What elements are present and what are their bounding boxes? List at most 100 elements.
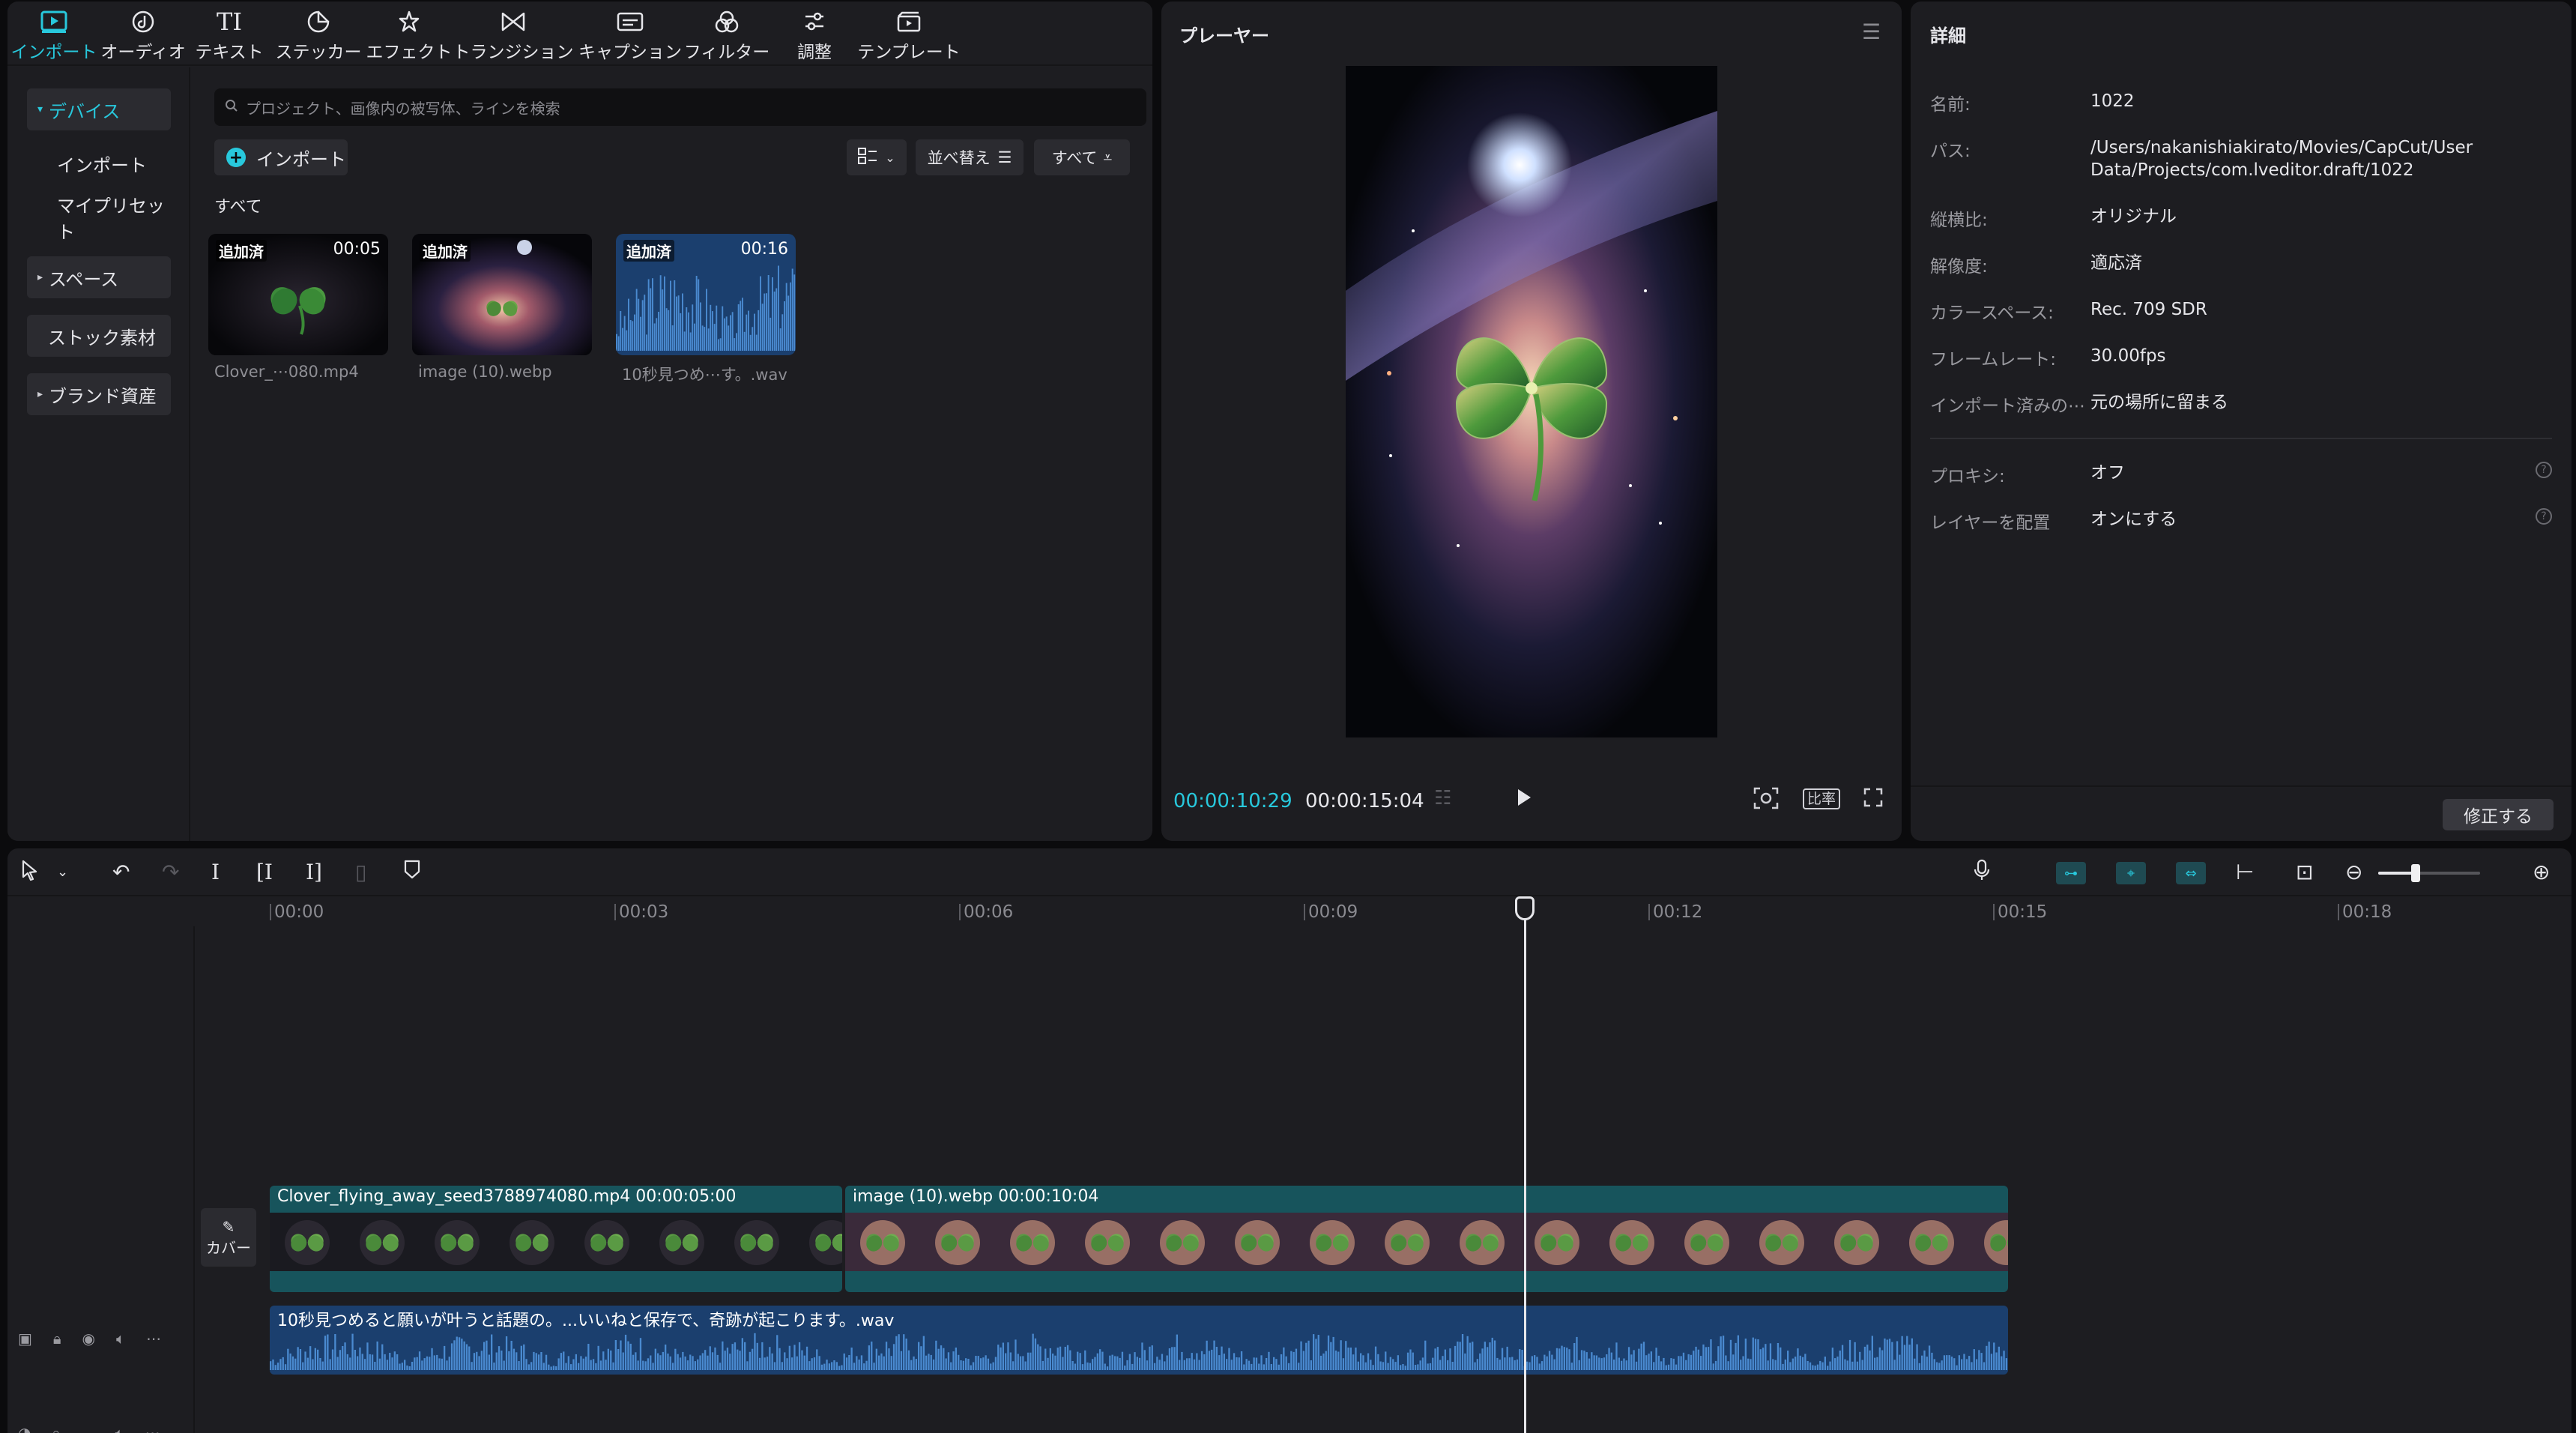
audio-icon: [131, 7, 155, 36]
fullscreen-button[interactable]: [1863, 787, 1884, 813]
timeline-ruler[interactable]: 00:00 00:03 00:06 00:09 00:12 00:15 00:1…: [268, 898, 2561, 925]
waveform-toggle-icon[interactable]: ☷: [1434, 787, 1451, 809]
detail-value[interactable]: オフ: [2090, 462, 2540, 484]
main-track-magnet-icon[interactable]: ⊶: [2056, 862, 2086, 884]
zoom-out-icon[interactable]: ⊖: [2345, 859, 2362, 886]
sort-button[interactable]: 並べ替え ☰: [916, 139, 1024, 175]
tool-adjust[interactable]: 調整: [779, 7, 850, 63]
plus-icon: +: [226, 148, 246, 167]
playhead-line[interactable]: [1524, 896, 1526, 1433]
clip-frame-thumbnail: [1520, 1213, 1594, 1271]
more-icon[interactable]: ⋯: [146, 1330, 161, 1348]
grid-view-icon: [858, 147, 877, 168]
lock-icon[interactable]: 🔒︎: [52, 1424, 60, 1433]
ruler-tick: 00:00: [269, 902, 324, 922]
tool-sticker[interactable]: ステッカー: [275, 7, 362, 63]
audio-track-controls: ◔ 🔒︎ ◉ 🔈︎ ⋯: [18, 1424, 160, 1433]
tool-filter[interactable]: フィルター: [684, 7, 770, 63]
filter-icon: [714, 7, 740, 36]
trim-right-icon[interactable]: I]: [306, 859, 322, 886]
import-button-label: インポート: [256, 148, 346, 170]
fullscreen-icon: [1863, 788, 1883, 807]
play-button[interactable]: [1515, 787, 1533, 813]
added-badge: 追加済: [623, 240, 674, 262]
import-button[interactable]: + インポート: [214, 139, 348, 175]
marker-icon[interactable]: [403, 859, 421, 887]
zoom-slider-fill: [2378, 872, 2416, 875]
audio-track-icon: ◔: [18, 1424, 31, 1433]
auto-snap-icon[interactable]: ⌖: [2116, 862, 2146, 884]
tool-import[interactable]: インポート: [11, 7, 97, 63]
undo-icon[interactable]: ↶: [112, 859, 130, 886]
clip-frame-thumbnail: [995, 1213, 1070, 1271]
zoom-in-icon[interactable]: ⊕: [2533, 859, 2550, 886]
detail-value[interactable]: オンにする: [2090, 508, 2540, 531]
audio-clip[interactable]: 10秒見つめると願いが叶うと話題の。...いいねと保存で、奇跡が起こります。.w…: [270, 1306, 2008, 1375]
help-icon[interactable]: ?: [2536, 508, 2552, 525]
ratio-button[interactable]: 比率: [1803, 788, 1841, 809]
media-item-audio[interactable]: 追加済 00:16: [616, 234, 796, 355]
chevron-down-icon[interactable]: ⌄: [57, 859, 68, 886]
sidebar-item-label: ブランド資産: [49, 385, 157, 407]
transition-icon: [501, 7, 526, 36]
view-mode-button[interactable]: ⌄: [847, 139, 907, 175]
tool-audio-label: オーディオ: [100, 43, 186, 62]
tool-text-label: テキスト: [195, 43, 264, 62]
media-item-video[interactable]: 追加済 00:05: [208, 234, 388, 355]
preview-axis-icon[interactable]: ⊢: [2236, 859, 2254, 886]
sidebar-item-space[interactable]: ▸ スペース: [27, 256, 171, 298]
clip-frames: [845, 1213, 2008, 1271]
search-icon: [225, 98, 238, 116]
current-time: 00:00:10:29: [1173, 790, 1292, 812]
media-content: プロジェクト、画像内の被写体、ラインを検索 + インポート ⌄ 並べ替え ☰ す…: [192, 67, 1152, 841]
help-icon[interactable]: ?: [2536, 462, 2552, 478]
eye-icon[interactable]: ◉: [82, 1330, 95, 1348]
tool-template[interactable]: テンプレート: [853, 7, 965, 63]
microphone-icon[interactable]: [1974, 859, 1990, 888]
video-preview[interactable]: [1346, 66, 1717, 737]
tool-sticker-label: ステッカー: [275, 43, 362, 62]
modify-button[interactable]: 修正する: [2443, 799, 2554, 830]
zoom-slider[interactable]: [2378, 864, 2480, 882]
menu-icon[interactable]: ☰: [1862, 19, 1881, 44]
media-item-image[interactable]: 追加済: [412, 234, 592, 355]
sidebar-item-brand-assets[interactable]: ▸ ブランド資産: [27, 373, 171, 415]
video-clip-clover[interactable]: Clover_flying_away_seed3788974080.mp4 00…: [270, 1186, 842, 1292]
snapshot-button[interactable]: [1753, 787, 1779, 815]
delete-icon: ▯: [355, 860, 367, 884]
clip-frames: [270, 1213, 842, 1271]
speaker-icon[interactable]: 🔈︎: [116, 1330, 125, 1348]
speaker-icon[interactable]: 🔈︎: [115, 1424, 124, 1433]
tool-effect[interactable]: エフェクト: [366, 7, 453, 63]
sidebar-item-my-presets[interactable]: マイプリセット: [27, 196, 171, 243]
ruler-tick: 00:15: [1992, 902, 2048, 922]
details-footer: 修正する: [1911, 785, 2572, 841]
fit-timeline-icon[interactable]: ⊡: [2296, 859, 2313, 886]
clip-frame-thumbnail: [719, 1213, 794, 1271]
timeline-toolbar: ⌄ ↶ ↷ I [I I] ▯ ⊶ ⌖ ⇔ ⊢ ⊡ ⊖ ⊕: [7, 848, 2572, 896]
clip-frame-thumbnail: [495, 1213, 569, 1271]
video-clip-image[interactable]: image (10).webp 00:00:10:04: [845, 1186, 2008, 1292]
tool-caption[interactable]: キャプション: [577, 7, 683, 63]
sidebar-item-device[interactable]: ▾ デバイス: [27, 88, 171, 130]
zoom-slider-knob[interactable]: [2411, 864, 2420, 882]
cover-label: カバー: [206, 1238, 251, 1257]
template-icon: [896, 7, 922, 36]
playhead-handle[interactable]: [1515, 896, 1535, 920]
filter-button[interactable]: すべて ⩡: [1034, 139, 1130, 175]
link-clips-icon[interactable]: ⇔: [2176, 862, 2206, 884]
sidebar-item-stock[interactable]: ストック素材: [27, 315, 171, 357]
split-icon[interactable]: I: [211, 859, 220, 886]
cover-button[interactable]: ✎ カバー: [201, 1208, 256, 1267]
sidebar-item-import[interactable]: インポート: [27, 142, 171, 184]
search-input[interactable]: プロジェクト、画像内の被写体、ラインを検索: [214, 88, 1146, 126]
select-tool-button[interactable]: [21, 859, 39, 888]
lock-icon[interactable]: 🔒︎: [53, 1330, 61, 1348]
tool-audio[interactable]: オーディオ: [100, 7, 186, 63]
tool-transition[interactable]: トランジション: [453, 7, 574, 63]
filter-button-label: すべて: [1051, 149, 1098, 167]
tool-text[interactable]: TI テキスト: [195, 7, 264, 63]
clip-frame-thumbnail: [1220, 1213, 1295, 1271]
more-icon[interactable]: ⋯: [145, 1424, 160, 1433]
trim-left-icon[interactable]: [I: [256, 859, 273, 886]
